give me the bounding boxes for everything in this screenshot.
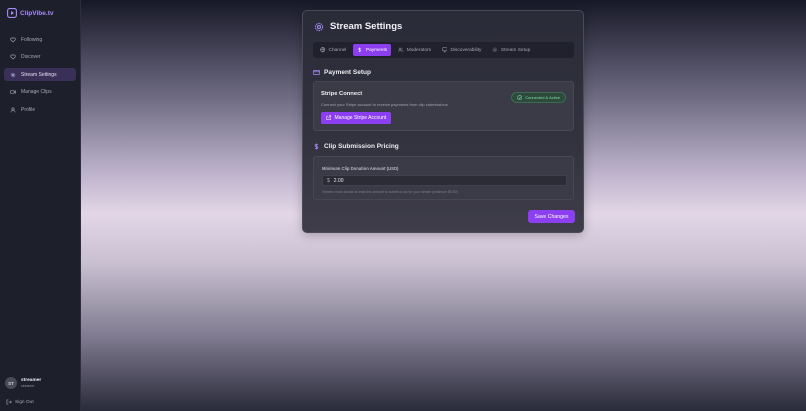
tab-label: Channel [328,47,347,53]
sidebar-item-discover[interactable]: Discover [4,51,76,64]
manage-stripe-account-label: Manage Stripe Account [334,115,387,121]
sidebar-item-label: Following [21,36,43,43]
sidebar-item-following[interactable]: Following [4,33,76,46]
sidebar-nav: Following Discover Stream Settings Manag… [4,33,76,121]
user-profile[interactable]: ST streamer streamer [5,377,41,389]
video-icon [10,90,16,94]
tab-channel[interactable]: Channel [316,44,350,56]
dollar-icon [358,47,362,53]
status-badge-text: Connected & Active [525,95,560,100]
tab-stream-setup[interactable]: Stream Setup [488,44,534,56]
external-link-icon [326,115,332,121]
credit-card-icon [313,70,320,75]
sidebar-item-label: Discover [21,54,41,60]
user-icon [10,107,16,112]
gear-icon [314,22,324,31]
minimum-donation-input[interactable]: $ 2.00 [322,175,567,186]
globe-icon [320,47,326,53]
tab-label: Discoverability [450,47,482,53]
sign-out-icon [6,399,12,405]
users-icon [398,47,404,52]
sign-out-button[interactable]: Sign Out [6,399,34,405]
monitor-icon [442,47,448,53]
stripe-connect-description: Connect your Stripe account to receive p… [321,102,448,107]
tab-label: Stream Setup [500,47,531,53]
stream-settings-card: Stream Settings Channel Payments Moderat… [302,10,584,233]
sidebar-item-label: Profile [21,106,36,113]
payment-setup-heading: Payment Setup [313,69,371,76]
sidebar-item-label: Manage Clips [21,89,52,95]
page-title-text: Stream Settings [330,21,403,32]
gear-icon [10,72,16,77]
minimum-donation-value: 2.00 [333,177,344,184]
gear-icon [493,47,498,53]
clip-pricing-heading: Clip Submission Pricing [313,143,399,150]
sidebar-item-stream-settings[interactable]: Stream Settings [4,68,76,81]
section-title-text: Clip Submission Pricing [324,143,399,150]
settings-tabs: Channel Payments Moderators Discoverabil… [313,42,574,58]
clip-pricing-panel: Minimum Clip Donation Amount (USD) $ 2.0… [313,156,574,200]
tab-moderators[interactable]: Moderators [394,44,435,56]
play-icon [7,8,17,18]
minimum-donation-label: Minimum Clip Donation Amount (USD) [322,166,399,171]
tab-discoverability[interactable]: Discoverability [438,44,485,56]
avatar: ST [5,377,17,389]
manage-stripe-account-button[interactable]: Manage Stripe Account [321,112,392,124]
stripe-connect-panel: Stripe Connect Connect your Stripe accou… [313,81,574,131]
save-changes-button[interactable]: Save Changes [528,210,575,223]
app-logo[interactable]: ClipVibe.tv [7,8,53,18]
status-badge: Connected & Active [510,92,566,103]
page-title: Stream Settings [314,21,402,32]
sidebar-item-manage-clips[interactable]: Manage Clips [4,86,76,99]
sidebar: ClipVibe.tv Following Discover Stream Se… [0,0,81,411]
heart-icon [10,37,16,43]
app-name: ClipVibe.tv [20,9,54,17]
currency-symbol: $ [327,177,330,184]
heart-icon [10,54,16,60]
tab-label: Payments [365,47,388,53]
minimum-donation-help: Viewers must donate at least this amount… [322,190,458,194]
sidebar-item-label: Stream Settings [21,71,57,78]
main-content: Stream Settings Channel Payments Moderat… [81,0,806,411]
dollar-icon [314,143,319,150]
tab-label: Moderators [406,47,431,53]
stripe-connect-title: Stripe Connect [321,91,363,97]
check-circle-icon [516,95,522,100]
user-role: streamer [21,384,35,388]
sign-out-label: Sign Out [15,399,34,405]
section-title-text: Payment Setup [324,69,371,76]
tab-payments[interactable]: Payments [353,44,392,56]
sidebar-item-profile[interactable]: Profile [4,103,76,116]
